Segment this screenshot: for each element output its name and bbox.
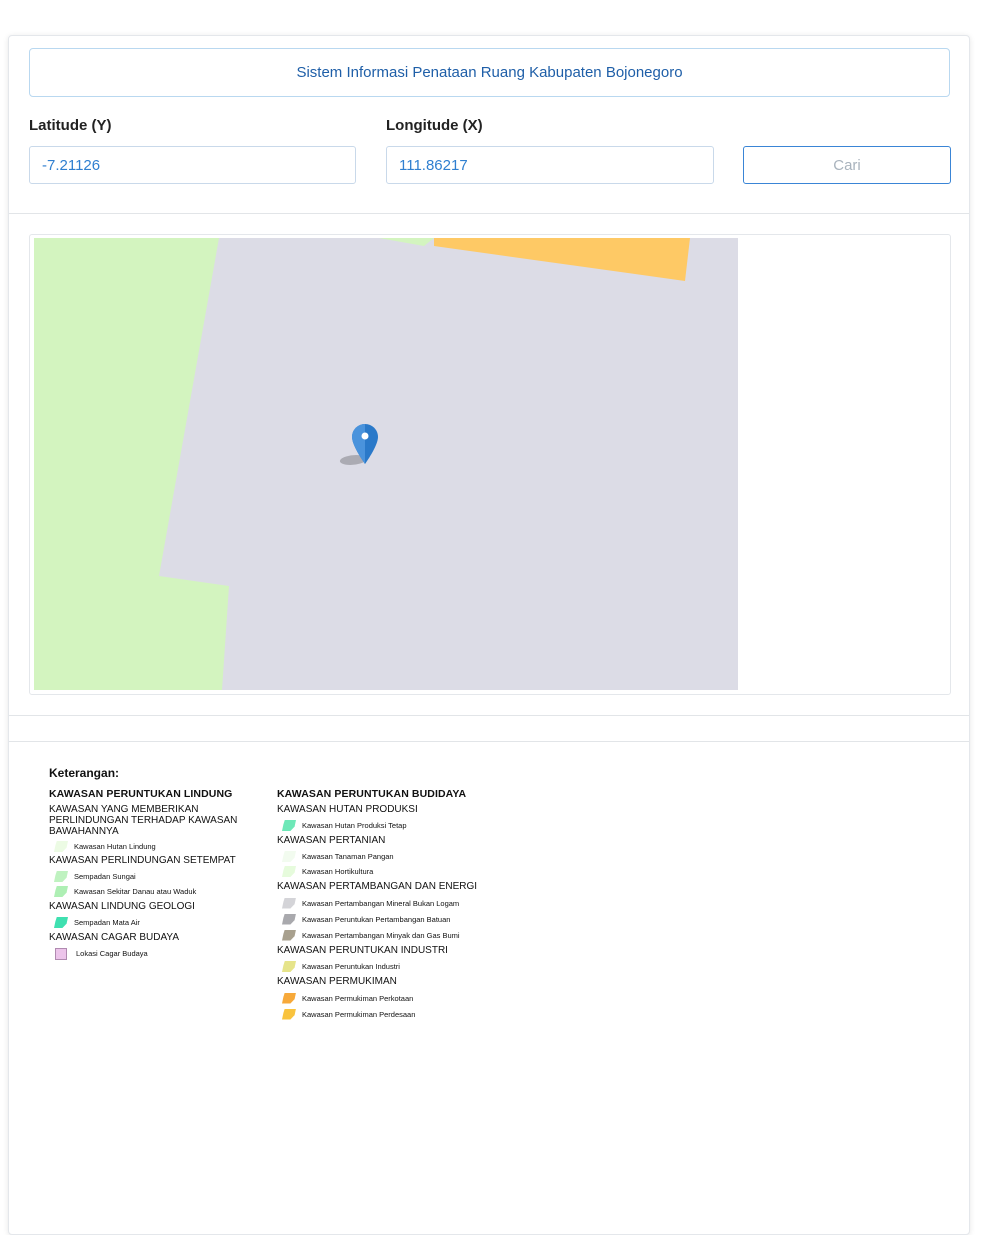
legend-swatch (282, 992, 296, 1004)
legend-item-label: Kawasan Sekitar Danau atau Waduk (74, 887, 197, 896)
legend-swatch (282, 897, 296, 909)
legend-item: Kawasan Peruntukan Industri (277, 959, 507, 974)
legend-item: Kawasan Hutan Produksi Tetap (277, 818, 507, 833)
legend-swatch (54, 841, 68, 852)
legend-group: KAWASAN PERTANIAN (277, 835, 386, 846)
legend-section-title: KAWASAN PERUNTUKAN LINDUNG (49, 788, 233, 800)
latitude-label: Latitude (Y) (29, 117, 112, 134)
legend-swatch (282, 851, 296, 862)
longitude-input[interactable] (386, 146, 714, 184)
legend-group: KAWASAN HUTAN PRODUKSI (277, 804, 418, 815)
main-card: Sistem Informasi Penataan Ruang Kabupate… (8, 35, 970, 1235)
legend-group: KAWASAN LINDUNG GEOLOGI (49, 901, 195, 912)
legend-group: KAWASAN CAGAR BUDAYA (49, 932, 180, 943)
legend-item: Kawasan Permukiman Perdesaan (277, 1006, 507, 1022)
legend-item: Kawasan Permukiman Perkotaan (277, 990, 507, 1006)
legend-item: Kawasan Hutan Lindung (49, 840, 269, 853)
page-title: Sistem Informasi Penataan Ruang Kabupate… (29, 48, 950, 97)
map-legend: Keterangan: KAWASAN PERUNTUKAN LINDUNG K… (49, 766, 509, 1066)
legend-item: Kawasan Pertambangan Mineral Bukan Logam (277, 895, 507, 911)
legend-group: KAWASAN PERUNTUKAN INDUSTRI (277, 945, 448, 956)
legend-item-label: Kawasan Peruntukan Industri (302, 962, 400, 971)
legend-item-label: Kawasan Hutan Lindung (74, 842, 156, 851)
legend-item-label: Kawasan Tanaman Pangan (302, 852, 394, 861)
legend-swatch (282, 961, 296, 972)
legend-section-title: KAWASAN PERUNTUKAN BUDIDAYA (277, 788, 467, 800)
legend-item-label: Kawasan Pertambangan Mineral Bukan Logam (302, 898, 460, 908)
legend-item-label: Kawasan Permukiman Perdesaan (302, 1009, 416, 1019)
legend-swatch (282, 913, 296, 925)
legend-item: Lokasi Cagar Budaya (49, 946, 269, 961)
legend-swatch (282, 820, 296, 831)
legend-column-budidaya: KAWASAN PERUNTUKAN BUDIDAYA KAWASAN HUTA… (277, 788, 507, 1022)
legend-group: KAWASAN PERLINDUNGAN SETEMPAT (49, 855, 236, 866)
legend-item: Sempadan Mata Air (49, 915, 269, 930)
search-button[interactable]: Cari (743, 146, 951, 184)
legend-heading: Keterangan: (49, 766, 120, 780)
legend-item-label: Kawasan Hortikultura (302, 867, 374, 876)
legend-item-label: Sempadan Mata Air (74, 918, 140, 927)
longitude-label: Longitude (X) (386, 117, 483, 134)
legend-item: Kawasan Pertambangan Minyak dan Gas Bumi (277, 927, 507, 943)
legend-item-label: Kawasan Pertambangan Minyak dan Gas Bumi (302, 930, 460, 940)
legend-swatch (54, 917, 68, 928)
divider (9, 741, 969, 742)
legend-swatch (54, 886, 68, 897)
map-container[interactable] (29, 234, 951, 695)
divider (9, 213, 969, 214)
legend-item-label: Kawasan Hutan Produksi Tetap (302, 821, 407, 830)
legend-column-lindung: KAWASAN PERUNTUKAN LINDUNG KAWASAN YANG … (49, 788, 269, 961)
legend-swatch (54, 871, 68, 882)
divider (9, 715, 969, 716)
map-canvas[interactable] (34, 238, 738, 690)
legend-swatch (282, 866, 296, 877)
legend-swatch (282, 1008, 296, 1020)
legend-item: Kawasan Peruntukan Pertambangan Batuan (277, 911, 507, 927)
legend-group: KAWASAN YANG MEMBERIKAN PERLINDUNGAN TER… (49, 804, 238, 837)
legend-item: Kawasan Tanaman Pangan (277, 849, 507, 864)
legend-item-label: Kawasan Peruntukan Pertambangan Batuan (302, 914, 451, 924)
legend-item: Sempadan Sungai (49, 869, 269, 884)
legend-group: KAWASAN PERMUKIMAN (277, 976, 397, 987)
legend-swatch (282, 929, 296, 941)
latitude-input[interactable] (29, 146, 356, 184)
legend-item: Kawasan Sekitar Danau atau Waduk (49, 884, 269, 899)
legend-item: Kawasan Hortikultura (277, 864, 507, 879)
legend-item-label: Sempadan Sungai (74, 872, 136, 881)
legend-swatch (55, 947, 67, 960)
legend-item-label: Kawasan Permukiman Perkotaan (302, 993, 414, 1003)
legend-item-label: Lokasi Cagar Budaya (76, 949, 148, 958)
legend-group: KAWASAN PERTAMBANGAN DAN ENERGI (277, 881, 478, 892)
